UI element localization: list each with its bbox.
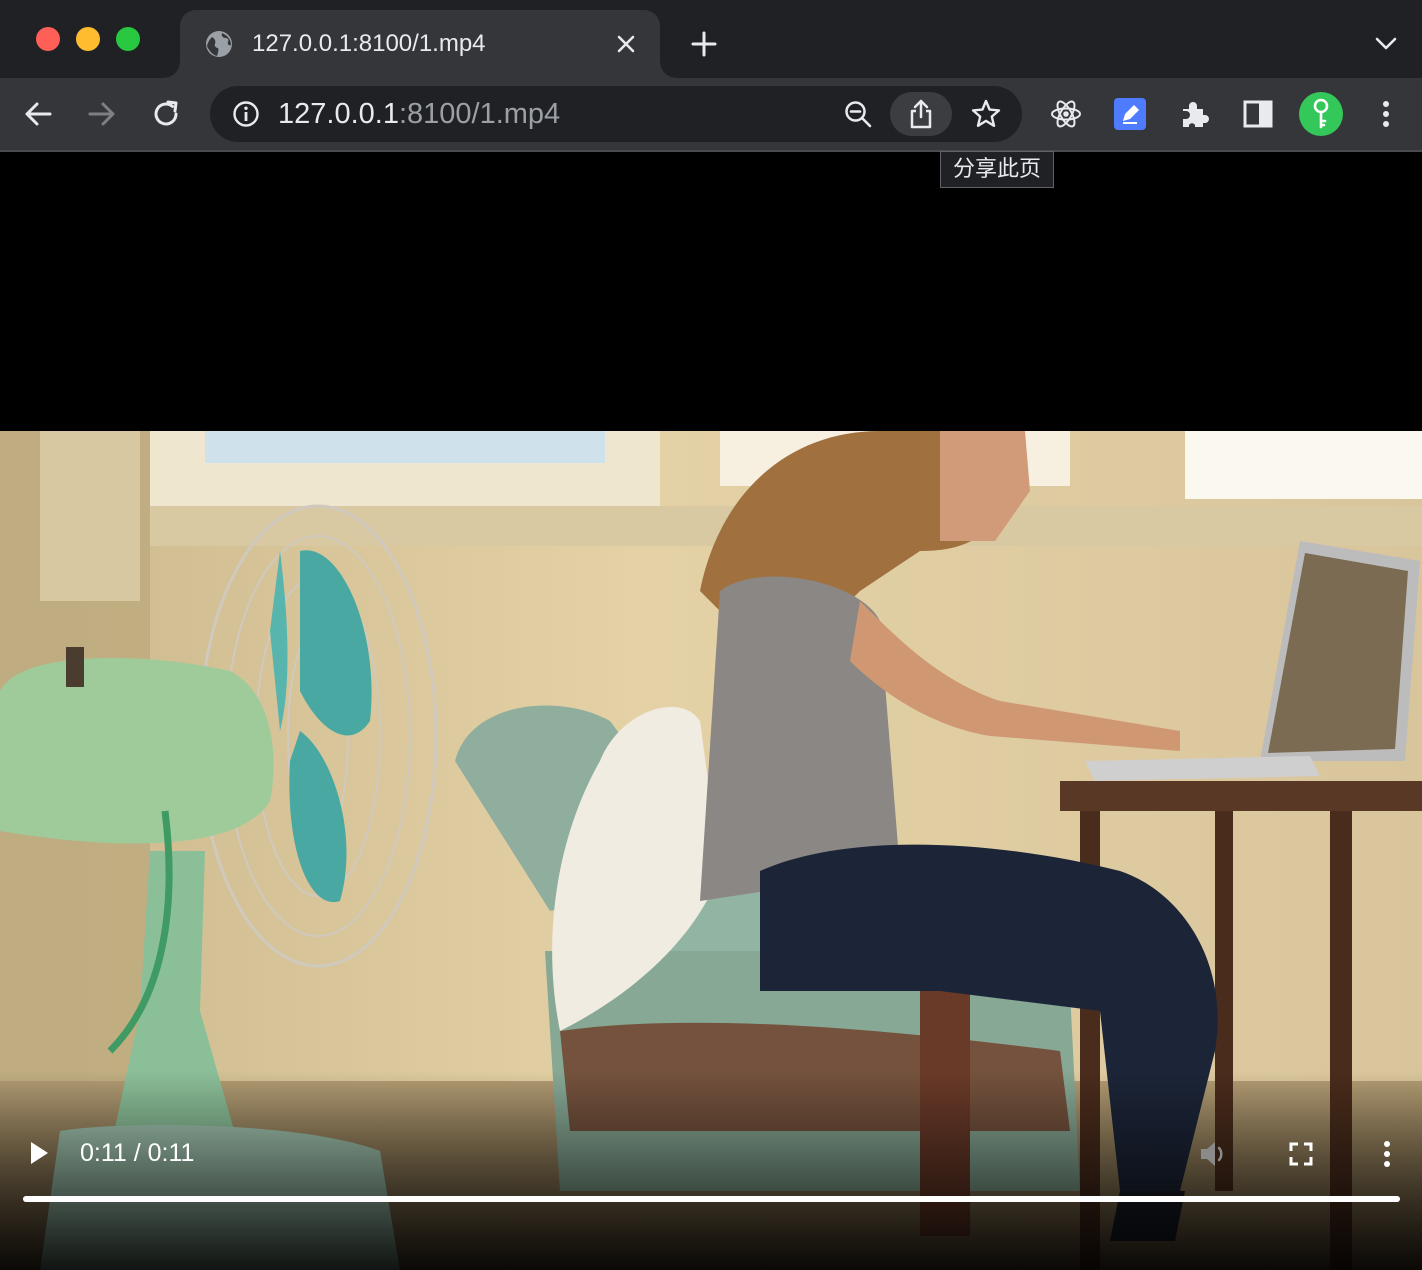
profile-avatar[interactable] bbox=[1298, 91, 1344, 137]
tab-close-icon[interactable] bbox=[612, 30, 640, 58]
play-icon bbox=[31, 1142, 48, 1164]
reload-icon bbox=[154, 100, 178, 126]
active-tab[interactable]: 127.0.0.1:8100/1.mp4 bbox=[164, 10, 676, 78]
share-icon bbox=[910, 99, 932, 129]
progress-fill bbox=[23, 1196, 1400, 1202]
url-text[interactable]: 127.0.0.1:8100/1.mp4 bbox=[278, 98, 560, 131]
browser-toolbar: 127.0.0.1:8100/1.mp4 bbox=[0, 78, 1422, 150]
reload-button[interactable] bbox=[144, 92, 188, 136]
globe-icon bbox=[204, 29, 234, 59]
profile-key-icon bbox=[1299, 92, 1343, 136]
mute-button[interactable] bbox=[1194, 1135, 1234, 1173]
blue-pen-extension-icon[interactable] bbox=[1110, 94, 1150, 134]
address-bar[interactable]: 127.0.0.1:8100/1.mp4 bbox=[210, 86, 1022, 142]
video-viewport: 0:11 / 0:11 bbox=[0, 152, 1422, 1270]
side-panel-icon[interactable] bbox=[1238, 94, 1278, 134]
arrow-left-icon bbox=[25, 102, 52, 126]
window-close-button[interactable] bbox=[36, 27, 60, 51]
bookmark-star-icon[interactable] bbox=[964, 92, 1008, 136]
video-options-button[interactable] bbox=[1370, 1135, 1404, 1173]
chevron-down-icon[interactable] bbox=[1370, 30, 1402, 58]
back-button[interactable] bbox=[16, 92, 60, 136]
tab-strip: 127.0.0.1:8100/1.mp4 bbox=[0, 0, 1422, 78]
kebab-menu-icon bbox=[1384, 1141, 1390, 1167]
react-devtools-icon[interactable] bbox=[1046, 94, 1086, 134]
progress-bar[interactable] bbox=[23, 1196, 1400, 1202]
fullscreen-icon bbox=[1289, 1142, 1313, 1166]
tab-title: 127.0.0.1:8100/1.mp4 bbox=[252, 30, 486, 57]
puzzle-extensions-icon[interactable] bbox=[1174, 94, 1214, 134]
arrow-right-icon bbox=[88, 102, 115, 126]
video-player[interactable]: 0:11 / 0:11 bbox=[0, 431, 1422, 1270]
kebab-menu-icon[interactable] bbox=[1366, 94, 1406, 134]
volume-icon bbox=[1201, 1142, 1223, 1166]
fullscreen-button[interactable] bbox=[1282, 1135, 1320, 1173]
new-tab-button[interactable] bbox=[686, 26, 722, 62]
share-button[interactable] bbox=[890, 92, 952, 136]
time-display: 0:11 / 0:11 bbox=[80, 1139, 195, 1167]
zoom-out-icon[interactable] bbox=[836, 92, 880, 136]
window-minimize-button[interactable] bbox=[76, 27, 100, 51]
window-zoom-button[interactable] bbox=[116, 27, 140, 51]
play-button[interactable] bbox=[22, 1135, 56, 1171]
forward-button[interactable] bbox=[80, 92, 124, 136]
info-icon[interactable] bbox=[230, 98, 262, 130]
share-tooltip: 分享此页 bbox=[940, 151, 1055, 188]
